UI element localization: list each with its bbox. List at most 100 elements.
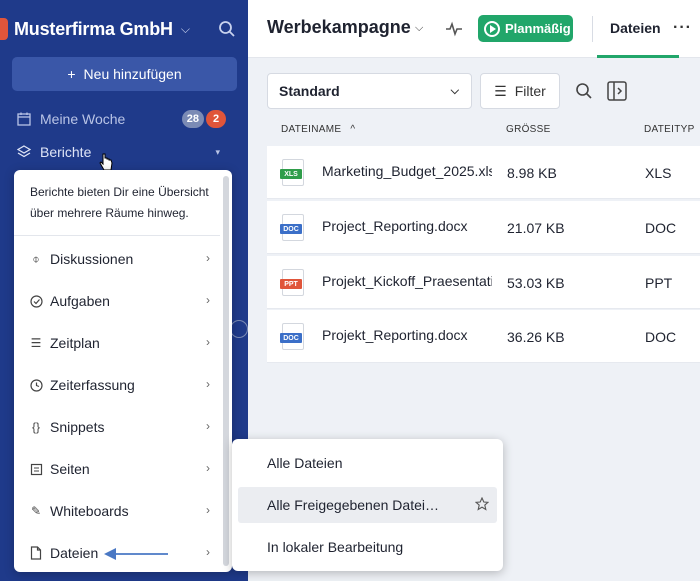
alert-badge: 2 <box>206 110 226 128</box>
column-header-size[interactable]: GRÖSSE <box>506 124 551 135</box>
tab-dateien[interactable]: Dateien <box>610 20 661 36</box>
submenu-item-label: Alle Dateien <box>267 455 343 471</box>
page-icon <box>29 462 43 476</box>
org-name: Musterfirma GmbH <box>14 18 173 39</box>
doc-file-icon: DOC <box>280 214 304 241</box>
submenu-item-alle-dateien[interactable]: Alle Dateien <box>238 445 497 481</box>
sort-asc-icon: ^ <box>350 124 356 135</box>
add-new-label: Neu hinzufügen <box>83 66 182 82</box>
sidebar-item-label: Berichte <box>40 144 92 160</box>
menu-item-aufgaben[interactable]: Aufgaben › <box>14 281 220 321</box>
side-panel-icon[interactable] <box>606 80 628 102</box>
filter-button[interactable]: ☰ Filter <box>480 73 560 109</box>
menu-item-whiteboards[interactable]: ✎ Whiteboards › <box>14 491 220 531</box>
search-icon[interactable] <box>574 81 594 101</box>
discussion-icon: ⌽ <box>32 251 40 266</box>
divider <box>14 235 220 236</box>
file-name: Marketing_Budget_2025.xlsx <box>322 163 492 179</box>
table-row[interactable]: XLS Marketing_Budget_2025.xlsx 8.98 KB X… <box>267 146 700 199</box>
column-header-type[interactable]: DATEITYP <box>644 124 695 135</box>
chevron-right-icon: › <box>206 545 210 559</box>
file-size: 53.03 KB <box>507 275 565 291</box>
doc-file-icon: DOC <box>280 323 304 350</box>
table-row[interactable]: DOC Project_Reporting.docx 21.07 KB DOC <box>267 201 700 254</box>
menu-item-seiten[interactable]: Seiten › <box>14 449 220 489</box>
file-type-tag: DOC <box>280 224 302 234</box>
active-tab-indicator <box>597 55 679 58</box>
filter-label: Filter <box>514 83 546 99</box>
dateien-submenu: Alle Dateien Alle Freigegebenen Datei… I… <box>232 439 503 571</box>
calendar-icon <box>16 111 32 127</box>
menu-item-snippets[interactable]: {} Snippets › <box>14 407 220 447</box>
divider <box>592 16 593 42</box>
clock-icon <box>29 378 43 392</box>
sidebar-collapse-handle[interactable] <box>230 320 248 338</box>
layers-icon <box>16 144 32 160</box>
submenu-item-alle-freigegebenen[interactable]: Alle Freigegebenen Datei… <box>238 487 497 523</box>
filter-icon: ☰ <box>494 82 507 99</box>
timeline-icon: ☰ <box>30 336 42 350</box>
star-icon[interactable] <box>475 497 489 511</box>
menu-item-diskussionen[interactable]: ⌽ Diskussionen › <box>14 239 220 279</box>
add-new-button[interactable]: + Neu hinzufügen <box>12 57 237 91</box>
caret-down-icon: ▾ <box>215 146 220 157</box>
chevron-right-icon: › <box>206 503 210 517</box>
menu-item-label: Whiteboards <box>50 503 129 519</box>
berichte-menu: Berichte bieten Dir eine Übersicht über … <box>14 170 232 572</box>
file-type-tag: DOC <box>280 333 302 343</box>
view-select-value: Standard <box>279 83 340 99</box>
file-size: 8.98 KB <box>507 165 557 181</box>
file-name: Projekt_Reporting.docx <box>322 327 468 343</box>
chevron-down-icon: ⌵ <box>180 21 190 36</box>
project-header: Werbekampagne ⌵ Planmäßig Dateien ··· <box>248 0 700 58</box>
column-header-label: DATEINAME <box>281 124 342 135</box>
more-icon[interactable]: ··· <box>673 19 692 37</box>
column-header-name[interactable]: DATEINAME ^ <box>281 124 355 135</box>
xls-file-icon: XLS <box>280 159 304 186</box>
file-size: 36.26 KB <box>507 329 565 345</box>
file-type-tag: PPT <box>280 279 302 289</box>
file-type: DOC <box>645 329 677 345</box>
submenu-item-label: In lokaler Bearbeitung <box>267 539 404 555</box>
menu-item-zeiterfassung[interactable]: Zeiterfassung › <box>14 365 220 405</box>
org-logo <box>0 18 8 40</box>
submenu-item-lokale-bearbeitung[interactable]: In lokaler Bearbeitung <box>238 529 497 565</box>
chevron-right-icon: › <box>206 377 210 391</box>
org-switcher[interactable]: Musterfirma GmbH ⌵ <box>0 12 248 46</box>
scrollbar[interactable] <box>223 176 229 566</box>
count-badge: 28 <box>181 110 204 128</box>
check-circle-icon <box>29 294 43 308</box>
table-row[interactable]: PPT Projekt_Kickoff_Praesentation.pptx 5… <box>267 256 700 309</box>
braces-icon: {} <box>31 420 40 434</box>
sidebar-item-label: Meine Woche <box>40 111 126 127</box>
submenu-item-label: Alle Freigegebenen Datei… <box>267 497 439 513</box>
sidebar-item-berichte[interactable]: Berichte ▾ <box>16 140 236 164</box>
project-title[interactable]: Werbekampagne <box>267 17 411 38</box>
ppt-file-icon: PPT <box>280 269 304 296</box>
file-type-tag: XLS <box>280 169 302 179</box>
menu-item-label: Diskussionen <box>50 251 134 267</box>
chevron-right-icon: › <box>206 293 210 307</box>
chevron-right-icon: › <box>206 419 210 433</box>
menu-item-label: Seiten <box>50 461 90 477</box>
file-name: Projekt_Kickoff_Praesentation.pptx <box>322 273 492 289</box>
chevron-right-icon: › <box>206 335 210 349</box>
chevron-right-icon: › <box>206 461 210 475</box>
table-row[interactable]: DOC Projekt_Reporting.docx 36.26 KB DOC <box>267 310 700 363</box>
file-type: DOC <box>645 220 677 236</box>
sidebar-item-meine-woche[interactable]: Meine Woche 28 2 <box>16 107 236 131</box>
annotation-arrow-icon <box>104 548 168 560</box>
file-type: PPT <box>645 275 673 291</box>
file-type: XLS <box>645 165 672 181</box>
activity-icon[interactable] <box>445 20 463 38</box>
chevron-down-icon[interactable]: ⌵ <box>415 22 423 35</box>
plus-icon: + <box>67 66 76 82</box>
play-circle-icon <box>484 20 500 37</box>
menu-item-zeitplan[interactable]: ☰ Zeitplan › <box>14 323 220 363</box>
chevron-down-icon: ⌵ <box>450 85 459 97</box>
menu-item-label: Dateien <box>50 545 99 561</box>
status-button[interactable]: Planmäßig <box>478 15 573 42</box>
search-icon[interactable] <box>218 20 236 38</box>
view-select[interactable]: Standard ⌵ <box>267 73 472 109</box>
menu-item-label: Aufgaben <box>50 293 110 309</box>
